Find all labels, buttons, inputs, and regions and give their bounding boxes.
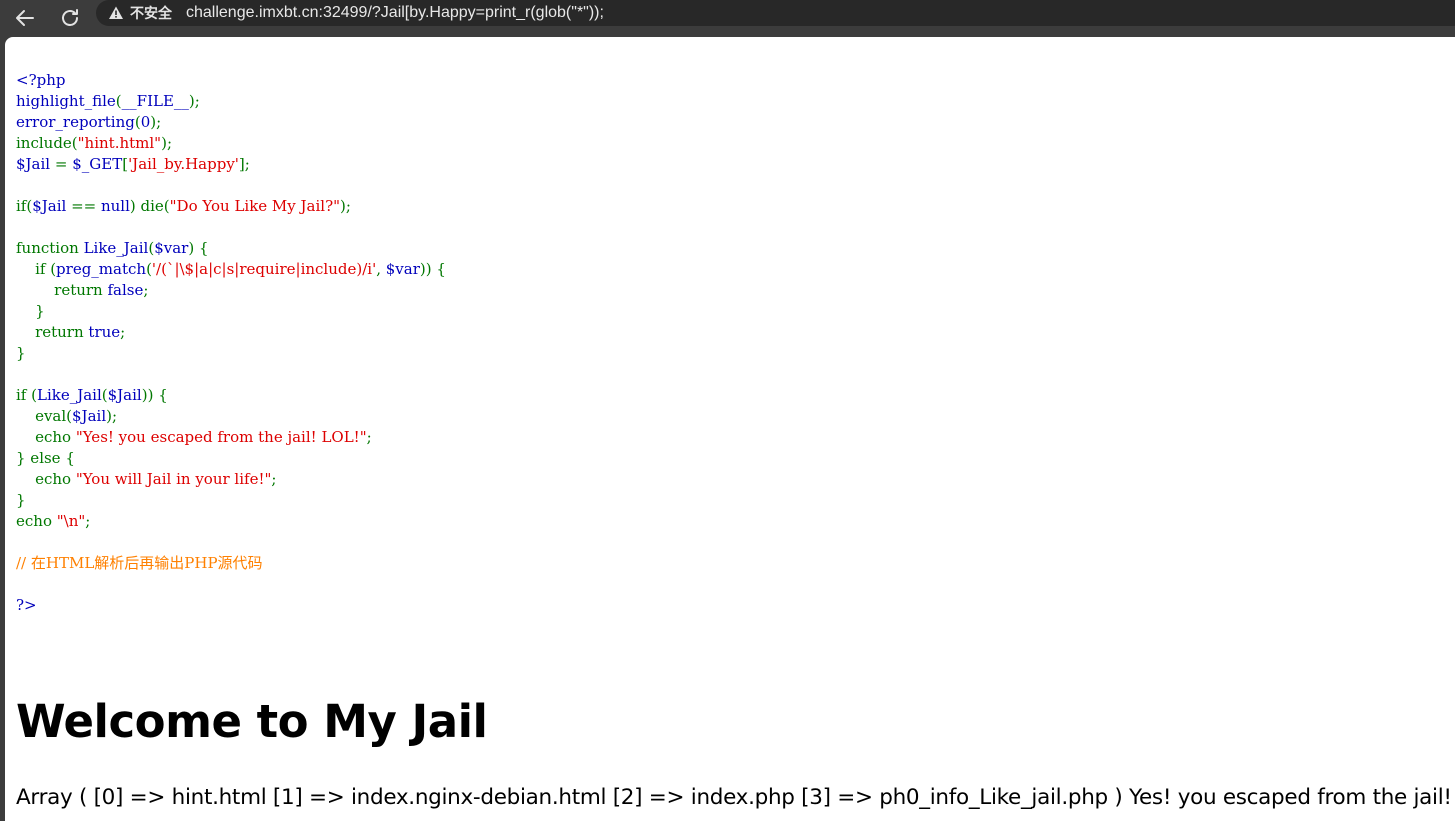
arrow-left-icon [16, 10, 34, 26]
security-indicator[interactable]: 不安全 [108, 3, 172, 23]
code-token: )) { [419, 260, 446, 278]
code-token: ; [271, 470, 277, 488]
code-line: } else { [16, 449, 75, 467]
code-token: __FILE__ [121, 92, 189, 110]
code-line: echo "Yes! you escaped from the jail! LO… [16, 428, 372, 446]
code-token: ]; [238, 155, 250, 173]
code-token: $Jail [16, 155, 55, 173]
code-line: function Like_Jail($var) { [16, 239, 209, 257]
code-line: return false; [16, 281, 148, 299]
code-line: if (Like_Jail($Jail)) { [16, 386, 168, 404]
address-bar[interactable]: 不安全 challenge.imxbt.cn:32499/?Jail[by.Ha… [96, 0, 1455, 26]
code-token: "Yes! you escaped from the jail! LOL!" [75, 428, 367, 446]
code-line: ?> [16, 596, 37, 614]
code-token: return [16, 281, 108, 299]
code-token: } [16, 491, 26, 509]
php-source-code: <?php highlight_file(__FILE__); error_re… [16, 70, 446, 616]
page-heading: Welcome to My Jail [16, 695, 488, 748]
code-line: echo "\n"; [16, 512, 90, 530]
security-label: 不安全 [130, 6, 172, 22]
code-token: ; [143, 281, 149, 299]
url-text[interactable]: challenge.imxbt.cn:32499/?Jail[by.Happy=… [186, 4, 604, 22]
code-token: ); [150, 113, 162, 131]
page-viewport: <?php highlight_file(__FILE__); error_re… [5, 37, 1455, 821]
code-token: // 在HTML解析后再输出PHP源代码 [16, 554, 263, 572]
code-token: $var [154, 239, 189, 257]
code-token: , [376, 260, 386, 278]
code-line: return true; [16, 323, 125, 341]
code-line: $Jail = $_GET['Jail_by.Happy']; [16, 155, 250, 173]
code-token: ; [85, 512, 91, 530]
code-token: <?php [16, 71, 66, 89]
code-line: } [16, 302, 45, 320]
code-token: } else { [16, 449, 75, 467]
code-token: "Do You Like My Jail?" [169, 197, 341, 215]
code-token: $Jail [72, 407, 107, 425]
code-token: eval( [16, 407, 73, 425]
warning-icon [109, 6, 123, 19]
code-token: = [54, 155, 73, 173]
code-token: if ( [16, 260, 57, 278]
command-output: Array ( [0] => hint.html [1] => index.ng… [16, 785, 1455, 810]
code-token: == [71, 197, 101, 215]
code-line: } [16, 344, 26, 362]
code-token: if( [16, 197, 33, 215]
code-line: highlight_file(__FILE__); [16, 92, 200, 110]
code-token: 0 [140, 113, 151, 131]
code-token: preg_match [56, 260, 147, 278]
reload-button[interactable] [55, 3, 85, 33]
code-token: $Jail [32, 197, 72, 215]
code-token: include( [16, 134, 78, 152]
code-line: include("hint.html"); [16, 134, 172, 152]
code-token: $_GET [72, 155, 123, 173]
code-token: $var [385, 260, 420, 278]
reload-icon [62, 9, 78, 26]
code-line: } [16, 491, 26, 509]
code-line: echo "You will Jail in your life!"; [16, 470, 276, 488]
code-token: ); [188, 92, 200, 110]
code-line: if($Jail == null) die("Do You Like My Ja… [16, 197, 351, 215]
code-token: 'Jail_by.Happy' [128, 155, 239, 173]
code-token: error_reporting [16, 113, 135, 131]
code-token: } [16, 344, 26, 362]
code-token: ; [120, 323, 126, 341]
code-token: true [88, 323, 121, 341]
code-token: echo [16, 512, 57, 530]
code-token: } [16, 302, 45, 320]
code-token: "\n" [56, 512, 86, 530]
code-token: "You will Jail in your life!" [75, 470, 272, 488]
code-token: Like_Jail [36, 386, 102, 404]
code-token: ); [161, 134, 172, 152]
code-token: highlight_file [16, 92, 116, 110]
code-token: if ( [16, 386, 37, 404]
code-token: function [16, 239, 84, 257]
code-token: return [16, 323, 89, 341]
code-line: <?php [16, 71, 65, 89]
code-token: $Jail [107, 386, 142, 404]
code-token: echo [16, 470, 76, 488]
code-line: eval($Jail); [16, 407, 117, 425]
browser-toolbar: 不安全 challenge.imxbt.cn:32499/?Jail[by.Ha… [0, 0, 1455, 36]
code-line: if (preg_match('/(`|\$|a|c|s|require|inc… [16, 260, 446, 278]
code-token: '/(`|\$|a|c|s|require|include)/i' [151, 260, 377, 278]
code-token: ; [366, 428, 372, 446]
code-token: ); [106, 407, 118, 425]
code-token: ) die( [129, 197, 170, 215]
code-token: false [107, 281, 144, 299]
code-line: // 在HTML解析后再输出PHP源代码 [16, 554, 263, 572]
code-token: ) { [188, 239, 209, 257]
code-token: ); [340, 197, 351, 215]
code-token: ?> [16, 596, 37, 614]
code-token: )) { [141, 386, 168, 404]
code-token: "hint.html" [77, 134, 162, 152]
code-token: echo [16, 428, 76, 446]
code-line: error_reporting(0); [16, 113, 161, 131]
back-button[interactable] [10, 3, 40, 33]
code-token: Like_Jail [83, 239, 149, 257]
code-token: null [100, 197, 130, 215]
